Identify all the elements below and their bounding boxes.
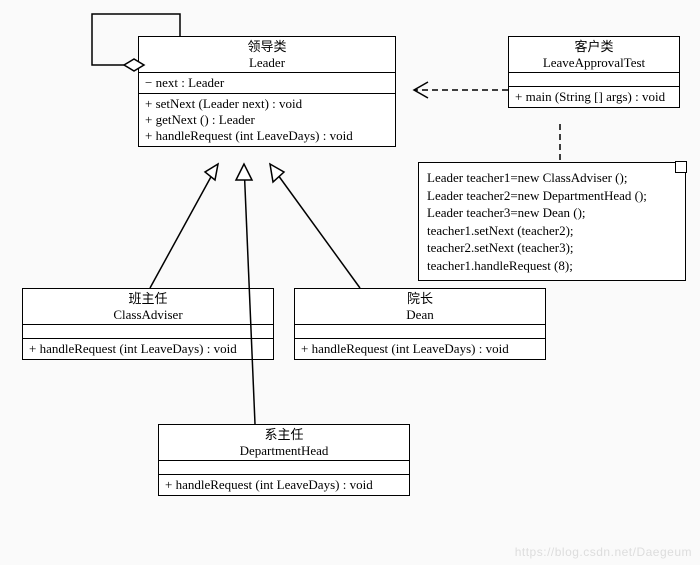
class-title-en: Dean (301, 307, 539, 323)
note-line: Leader teacher1=new ClassAdviser (); (427, 169, 677, 187)
note-line: Leader teacher2=new DepartmentHead (); (427, 187, 677, 205)
edge-classadviser-to-leader (150, 164, 218, 288)
op: + handleRequest (int LeaveDays) : void (29, 341, 267, 357)
note-line: Leader teacher3=new Dean (); (427, 204, 677, 222)
note: Leader teacher1=new ClassAdviser (); Lea… (418, 162, 686, 281)
class-departmenthead: 系主任 DepartmentHead + handleRequest (int … (158, 424, 410, 496)
class-title: 系主任 DepartmentHead (159, 425, 409, 461)
class-title-en: DepartmentHead (165, 443, 403, 459)
op: + main (String [] args) : void (515, 89, 673, 105)
op: + setNext (Leader next) : void (145, 96, 389, 112)
class-title: 班主任 ClassAdviser (23, 289, 273, 325)
edge-open-arrowhead-icon (414, 82, 428, 98)
note-line: teacher1.setNext (teacher2); (427, 222, 677, 240)
class-title-en: Leader (145, 55, 389, 71)
class-title-cn: 班主任 (29, 291, 267, 307)
class-client: 客户类 LeaveApprovalTest + main (String [] … (508, 36, 680, 108)
class-attrs (23, 325, 273, 339)
class-title: 领导类 Leader (139, 37, 395, 73)
note-line: teacher2.setNext (teacher3); (427, 239, 677, 257)
class-attrs (159, 461, 409, 475)
note-line: teacher1.handleRequest (8); (427, 257, 677, 275)
edge-dean-to-leader (270, 164, 360, 288)
edge-gen-arrowhead-icon (205, 164, 218, 180)
op: + getNext () : Leader (145, 112, 389, 128)
class-ops: + main (String [] args) : void (509, 87, 679, 107)
class-ops: + setNext (Leader next) : void + getNext… (139, 94, 395, 146)
class-attrs (295, 325, 545, 339)
class-ops: + handleRequest (int LeaveDays) : void (159, 475, 409, 495)
class-dean: 院长 Dean + handleRequest (int LeaveDays) … (294, 288, 546, 360)
class-title-cn: 客户类 (515, 39, 673, 55)
class-title-cn: 领导类 (145, 39, 389, 55)
class-attrs: − next : Leader (139, 73, 395, 94)
class-attrs (509, 73, 679, 87)
class-classadviser: 班主任 ClassAdviser + handleRequest (int Le… (22, 288, 274, 360)
op: + handleRequest (int LeaveDays) : void (145, 128, 389, 144)
class-ops: + handleRequest (int LeaveDays) : void (295, 339, 545, 359)
class-title: 院长 Dean (295, 289, 545, 325)
class-ops: + handleRequest (int LeaveDays) : void (23, 339, 273, 359)
attr: − next : Leader (145, 75, 389, 91)
watermark: https://blog.csdn.net/Daegeum (515, 545, 692, 559)
note-fold-icon (675, 161, 687, 173)
class-title-en: LeaveApprovalTest (515, 55, 673, 71)
op: + handleRequest (int LeaveDays) : void (301, 341, 539, 357)
class-title-cn: 系主任 (165, 427, 403, 443)
class-title-cn: 院长 (301, 291, 539, 307)
edge-gen-arrowhead-icon (236, 164, 252, 180)
op: + handleRequest (int LeaveDays) : void (165, 477, 403, 493)
edge-gen-arrowhead-icon (270, 164, 284, 182)
class-title: 客户类 LeaveApprovalTest (509, 37, 679, 73)
class-title-en: ClassAdviser (29, 307, 267, 323)
class-leader: 领导类 Leader − next : Leader + setNext (Le… (138, 36, 396, 147)
